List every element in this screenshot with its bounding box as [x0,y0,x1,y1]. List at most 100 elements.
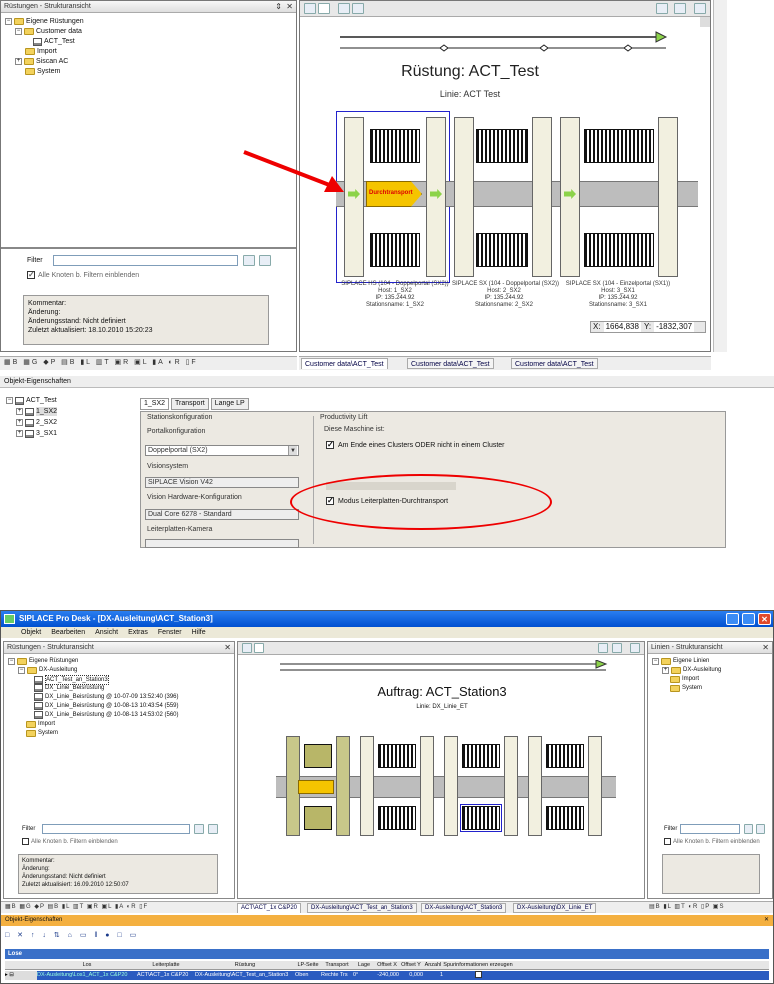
table-row[interactable]: ▸ ⊟ DX-Ausleitung\Los1_ACT_1x C&P20 ACT\… [5,971,769,980]
tab-document-1[interactable]: ACT\ACT_1x C&P20 [237,903,302,913]
tab-label: Customer data\ACT_Test [411,361,490,368]
tab-document-2[interactable]: DX-Ausleitung\ACT_Test_an_Station3 [307,903,417,913]
station-icon [25,418,34,427]
annotation-arrow [243,150,344,192]
tree-node[interactable]: + DX-Ausleitung [662,666,721,674]
close-icon[interactable]: ✕ [758,613,771,625]
close-icon[interactable]: ✕ [286,1,293,13]
menu-fenster[interactable]: Fenster [158,627,182,638]
canvas-toolbar [238,642,644,655]
props-tab-long-pcb[interactable]: Lange LP [210,398,249,410]
filter-show-all-checkbox[interactable]: Alle Knoten b. Filtern einblenden [22,838,118,845]
feeder-bank [546,806,584,830]
tree-node-act-test[interactable]: ACT_Test [33,37,75,46]
close-icon[interactable]: ✕ [764,915,769,926]
tree-node-import[interactable]: Import [25,47,57,56]
tree-label: 1_SX2 [36,407,58,416]
tab-document-3[interactable]: Customer data\ACT_Test [511,358,598,369]
header-spacer [5,961,37,969]
props-tab-transport[interactable]: Transport [171,398,209,410]
rustungen-tree: − Eigene Rüstungen − Customer data ACT_Tes… [5,17,285,97]
filter-show-all-checkbox[interactable]: Alle Knoten b. Filtern einblenden [664,838,760,845]
filter-clear-icon[interactable] [208,824,218,834]
props-node-station-3[interactable]: +3_SX1 [16,429,57,438]
tool2-icon[interactable] [352,3,364,14]
view-single-icon[interactable] [242,643,252,653]
cell-trace-checkbox[interactable] [443,971,513,980]
filter-apply-icon[interactable] [243,255,255,266]
maximize-icon[interactable] [742,613,755,625]
print-icon[interactable] [612,643,622,653]
menu-hilfe[interactable]: Hilfe [192,627,206,638]
zoom-icon[interactable] [656,3,668,14]
tree-node[interactable]: System [26,729,58,737]
tree-node-siscan[interactable]: + Siscan AC [15,57,68,66]
cluster-end-checkbox[interactable]: ✓ Am Ende eines Clusters ODER nicht in ei… [326,441,505,449]
toolbar-icons[interactable]: ▦B ▦G ◆P ▤B ▮L ▥T ▣R ▣L ▮A ◐R ▯F [5,903,148,910]
tree-node-system[interactable]: System [25,67,60,76]
print-icon[interactable] [674,3,686,14]
tree-node[interactable]: Import [26,720,55,728]
filter-show-all-checkbox[interactable]: ✓ Alle Knoten b. Filtern einblenden [27,271,139,279]
camera-select[interactable] [145,539,299,548]
close-icon[interactable] [694,3,706,14]
props-node-station-2[interactable]: +2_SX2 [16,418,57,427]
tree-node-eigene[interactable]: − Eigene Rüstungen [5,17,84,26]
tree-node[interactable]: DX_Linie_Beisrüstung @ 10-08-13 14:53:02… [34,711,179,719]
tree-node[interactable]: − Eigene Linien [652,657,709,665]
canvas-scroll-up-icon[interactable] [700,17,710,27]
tree-node[interactable]: − Eigene Rüstungen [8,657,78,665]
tool-icon[interactable] [338,3,350,14]
filter-clear-icon[interactable] [259,255,271,266]
portal-select[interactable]: Doppelportal (SX2) ▼ [145,445,299,456]
panel-divider[interactable] [1,247,296,249]
tab-document-1[interactable]: Customer data\ACT_Test [301,358,388,369]
tree-node[interactable]: Import [670,675,699,683]
tab-label: Customer data\ACT_Test [515,361,594,368]
menu-bearbeiten[interactable]: Bearbeiten [51,627,85,638]
bottom-props-title: Objekt-Eigenschaften ✕ [1,915,773,926]
tab-document-2[interactable]: Customer data\ACT_Test [407,358,494,369]
filter-input[interactable] [53,255,238,266]
menu-ansicht[interactable]: Ansicht [95,627,118,638]
tree-node[interactable]: DX_Linie_Beisrüstung [34,684,104,692]
tree-node[interactable]: − DX-Ausleitung [18,666,77,674]
filter-apply-icon[interactable] [194,824,204,834]
tab-document-4[interactable]: DX-Ausleitung\DX_Linie_ET [513,903,597,913]
checkbox-icon [664,838,671,845]
tree-node[interactable]: DX_Linie_Beisrüstung @ 10-07-09 13:52:40… [34,693,179,701]
tree-node[interactable]: DX_Linie_Beisrüstung @ 10-08-13 10:43:54… [34,702,179,710]
view-split-icon[interactable] [318,3,330,14]
tree-label: DX_Linie_Beisrüstung @ 10-07-09 13:52:40… [45,694,179,700]
close-icon[interactable]: ✕ [224,642,231,654]
toolbar-icons[interactable]: ▦B ▦G ◆P ▤B ▮L ▥T ▣R ▣L ▮A ◐R ▯F [4,358,198,366]
filter-input[interactable] [680,824,740,834]
close-icon[interactable]: ✕ [762,642,769,654]
tree-node[interactable]: System [670,684,702,692]
lose-table: Los Leiterplatte Rüstung LP-Seite Transp… [5,961,769,983]
minimize-icon[interactable] [726,613,739,625]
props-node-root[interactable]: − ACT_Test [6,396,57,405]
props-toolbar-icons[interactable]: □ ✕ ↑ ↓ ⇅ ⌂ ▭ ‖ ● □ ▭ [5,932,139,939]
tab-document-3[interactable]: DX-Ausleitung\ACT_Station3 [421,903,507,913]
feeder-bank [304,806,332,830]
zoom-icon[interactable] [598,643,608,653]
close-icon[interactable] [630,643,640,653]
filter-clear-icon[interactable] [756,824,765,834]
portal-label: Portalkonfiguration [147,428,206,435]
view-single-icon[interactable] [304,3,316,14]
pin-icon[interactable]: ⇕ [275,1,282,13]
filter-input[interactable] [42,824,190,834]
station-info-line: SIPLACE SX (104 - Doppelportal (SX2)) [452,281,560,287]
cell-rotation: 0° [353,972,359,978]
view-split-icon[interactable] [254,643,264,653]
props-node-station-1[interactable]: +1_SX2 [16,407,58,416]
menu-extras[interactable]: Extras [128,627,148,638]
right-toolbar-icons[interactable]: ▤B ▮L ▥T ◐R ▯P ▣S [649,903,724,910]
station-pillar [504,736,518,836]
filter-apply-icon[interactable] [744,824,753,834]
menu-objekt[interactable]: Objekt [21,627,41,638]
props-tab-station[interactable]: 1_SX2 [140,398,170,410]
tree-node-customer[interactable]: − Customer data [15,27,82,36]
row-expander[interactable]: ▸ ⊟ [5,971,37,980]
